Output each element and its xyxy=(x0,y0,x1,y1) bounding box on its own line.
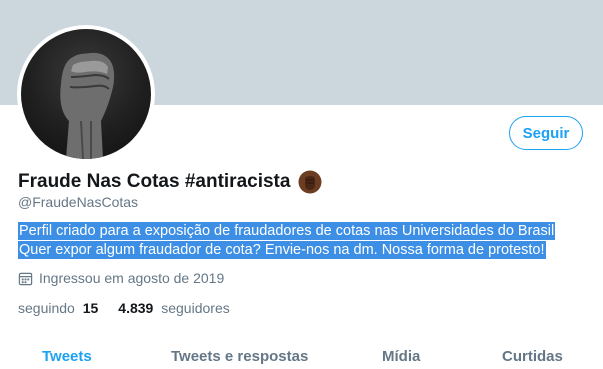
raised-fist-image xyxy=(60,52,115,159)
following-count: 15 xyxy=(82,300,99,316)
profile-stats: seguindo 15 4.839 seguidores xyxy=(18,300,250,316)
followers-count: 4.839 xyxy=(118,300,154,316)
followers-label: seguidores xyxy=(161,300,230,316)
display-name: Fraude Nas Cotas #antiracista xyxy=(18,171,291,192)
following-label: seguindo xyxy=(18,300,75,316)
raised-fist-dark-emoji-icon xyxy=(298,170,322,194)
profile-handle: @FraudeNasCotas xyxy=(18,194,139,210)
bio-line: Quer expor algum fraudador de cota? Envi… xyxy=(18,241,546,259)
joined-text: Ingressou em agosto de 2019 xyxy=(39,270,225,286)
followers-stat[interactable]: 4.839 seguidores xyxy=(118,300,229,316)
tab-tweets-and-replies[interactable]: Tweets e respostas xyxy=(171,348,308,365)
calendar-icon xyxy=(18,272,33,285)
bio-line: Perfil criado para a exposição de frauda… xyxy=(18,222,556,240)
avatar-ring xyxy=(17,25,155,163)
tab-likes[interactable]: Curtidas xyxy=(502,348,563,365)
profile-name-row: Fraude Nas Cotas #antiracista xyxy=(18,170,322,194)
avatar[interactable] xyxy=(21,29,151,159)
joined-date: Ingressou em agosto de 2019 xyxy=(18,270,224,286)
following-stat[interactable]: seguindo 15 xyxy=(18,300,98,316)
profile-bio: Perfil criado para a exposição de frauda… xyxy=(18,222,556,260)
tab-tweets[interactable]: Tweets xyxy=(42,348,92,365)
follow-button[interactable]: Seguir xyxy=(509,116,583,150)
tab-media[interactable]: Mídia xyxy=(382,348,420,365)
profile-tabs: Tweets Tweets e respostas Mídia Curtidas xyxy=(0,346,603,369)
